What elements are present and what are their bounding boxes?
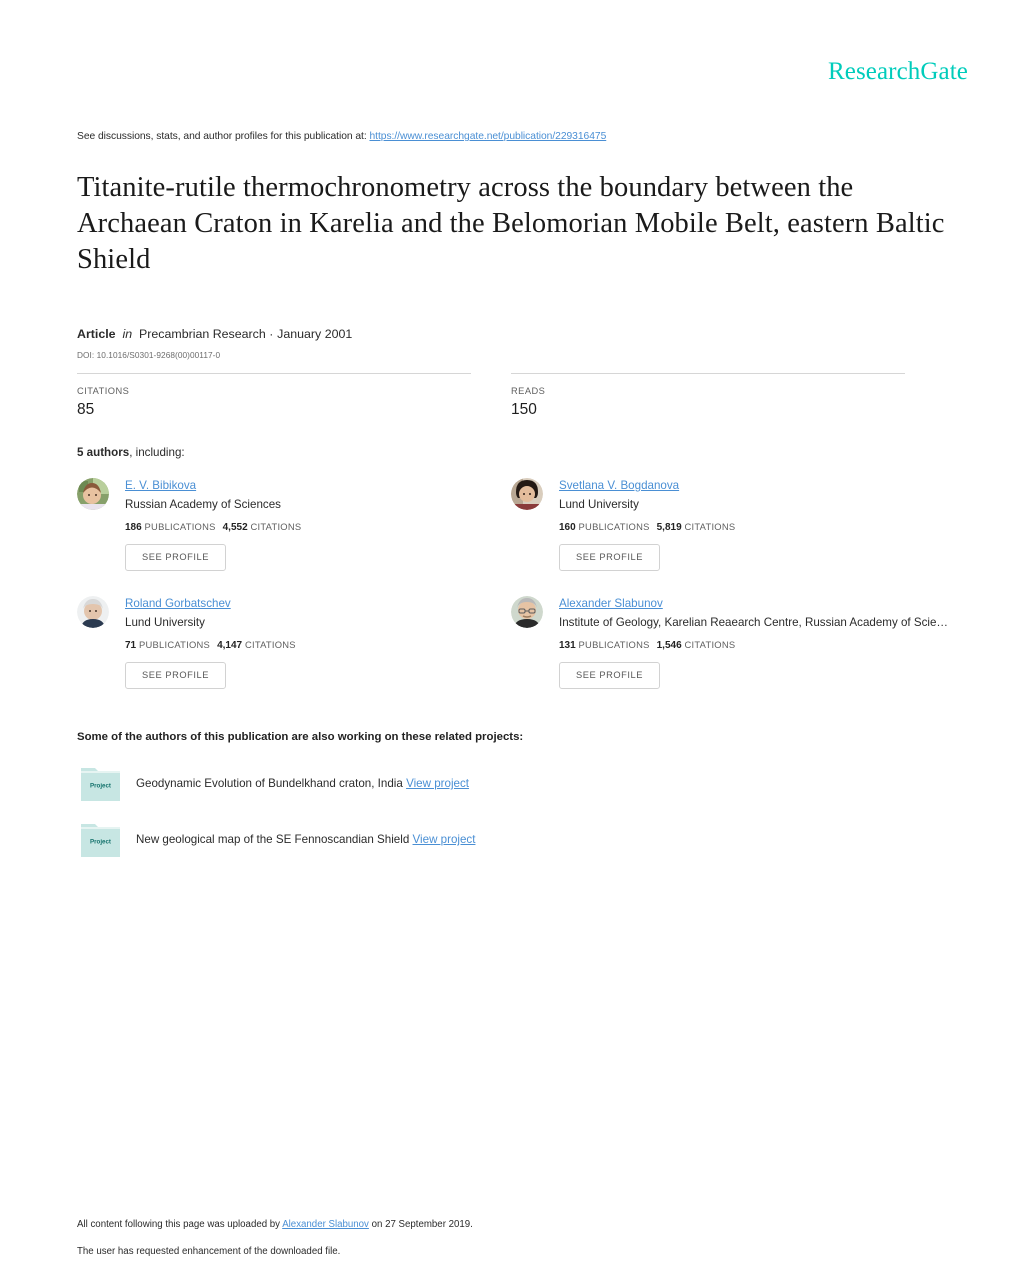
author-publications-label: PUBLICATIONS [578,639,650,650]
article-type-label: Article [77,327,116,341]
author-body: E. V. Bibikova Russian Academy of Scienc… [125,476,511,571]
project-text: New geological map of the SE Fennoscandi… [136,832,475,848]
citations-label: CITATIONS [77,386,130,396]
author-publications-count: 71 [125,640,137,651]
publication-date: January 2001 [277,327,353,341]
project-row: Project New geological map of the SE Fen… [77,821,952,859]
upload-note: All content following this page was uplo… [77,1218,937,1232]
author-stats: 71 PUBLICATIONS 4,147 CITATIONS [125,638,511,652]
projects-heading: Some of the authors of this publication … [77,731,524,743]
author-stats: 131 PUBLICATIONS 1,546 CITATIONS [559,638,971,652]
avatar[interactable] [77,478,109,510]
project-title: New geological map of the SE Fennoscandi… [136,833,410,846]
avatar[interactable] [511,596,543,628]
citations-stat: CITATIONS 85 [77,373,471,421]
upload-suffix: on 27 September 2019. [368,1219,473,1230]
project-title: Geodynamic Evolution of Bundelkhand crat… [136,777,403,790]
page-content: See discussions, stats, and author profi… [77,130,952,859]
avatar[interactable] [511,478,543,510]
author-citations-label: CITATIONS [250,521,302,532]
author-body: Alexander Slabunov Institute of Geology,… [559,594,971,689]
article-in-label: in [122,327,133,341]
citations-value: 85 [77,401,95,418]
author-stats: 160 PUBLICATIONS 5,819 CITATIONS [559,520,971,534]
authors-including: , including: [129,446,185,459]
author-card: Alexander Slabunov Institute of Geology,… [511,594,971,689]
author-name-link[interactable]: Roland Gorbatschev [125,597,231,610]
authors-grid: E. V. Bibikova Russian Academy of Scienc… [77,476,997,712]
view-project-link[interactable]: View project [413,833,476,846]
author-stats: 186 PUBLICATIONS 4,552 CITATIONS [125,520,511,534]
author-affiliation: Institute of Geology, Karelian Reaearch … [559,616,949,629]
see-profile-button[interactable]: SEE PROFILE [559,544,661,571]
author-citations-count: 4,147 [217,640,243,651]
author-body: Svetlana V. Bogdanova Lund University 16… [559,476,971,571]
meta-separator: · [269,327,274,341]
see-profile-button[interactable]: SEE PROFILE [125,544,227,571]
stats-row: CITATIONS 85 READS 150 [77,373,905,421]
see-profile-button[interactable]: SEE PROFILE [559,662,661,689]
author-publications-count: 160 [559,522,576,533]
publication-url-link[interactable]: https://www.researchgate.net/publication… [369,131,606,142]
author-publications-label: PUBLICATIONS [138,639,211,650]
author-publications-count: 186 [125,522,142,533]
authors-heading: 5 authors, including: [77,446,952,459]
author-card: Svetlana V. Bogdanova Lund University 16… [511,476,971,571]
journal-name: Precambrian Research [139,327,266,341]
project-row: Project Geodynamic Evolution of Bundelkh… [77,765,952,803]
uploader-link[interactable]: Alexander Slabunov [282,1219,369,1230]
svg-text:Project: Project [90,783,111,790]
author-card: E. V. Bibikova Russian Academy of Scienc… [77,476,511,571]
author-affiliation: Lund University [125,616,205,629]
page-title: Titanite-rutile thermochronometry across… [77,172,945,275]
author-affiliation: Lund University [559,498,639,511]
author-publications-count: 131 [559,640,576,651]
author-citations-count: 5,819 [656,522,682,533]
author-card: Roland Gorbatschev Lund University 71 PU… [77,594,511,689]
author-publications-label: PUBLICATIONS [144,521,216,532]
avatar[interactable] [77,596,109,628]
project-folder-icon: Project [81,765,120,803]
author-affiliation: Russian Academy of Sciences [125,498,281,511]
author-citations-count: 1,546 [656,640,682,651]
authors-count: 5 authors [77,446,130,459]
author-citations-label: CITATIONS [244,639,296,650]
author-name-link[interactable]: E. V. Bibikova [125,479,196,492]
project-text: Geodynamic Evolution of Bundelkhand crat… [136,776,469,792]
view-project-link[interactable]: View project [406,777,469,790]
reads-stat: READS 150 [511,373,905,421]
author-publications-label: PUBLICATIONS [578,521,650,532]
discussions-text: See discussions, stats, and author profi… [77,131,370,142]
svg-text:Project: Project [90,839,111,846]
doi-line: DOI: 10.1016/S0301-9268(00)00117-0 [77,350,221,360]
author-citations-label: CITATIONS [684,521,736,532]
reads-label: READS [511,386,546,396]
discussions-line: See discussions, stats, and author profi… [77,130,952,144]
enhancement-note: The user has requested enhancement of th… [77,1246,341,1257]
researchgate-logo[interactable]: ResearchGate [828,58,968,86]
document-page: ResearchGate See discussions, stats, and… [0,0,1020,1283]
author-citations-count: 4,552 [222,522,248,533]
author-name-link[interactable]: Alexander Slabunov [559,597,663,610]
project-folder-icon: Project [81,821,120,859]
upload-prefix: All content following this page was uplo… [77,1219,283,1230]
author-citations-label: CITATIONS [684,639,736,650]
page-footer: All content following this page was uplo… [77,1218,937,1259]
see-profile-button[interactable]: SEE PROFILE [125,662,227,689]
author-name-link[interactable]: Svetlana V. Bogdanova [559,479,679,492]
author-body: Roland Gorbatschev Lund University 71 PU… [125,594,511,689]
reads-value: 150 [511,401,537,418]
article-meta-line: Article in Precambrian Research · Januar… [77,326,952,343]
